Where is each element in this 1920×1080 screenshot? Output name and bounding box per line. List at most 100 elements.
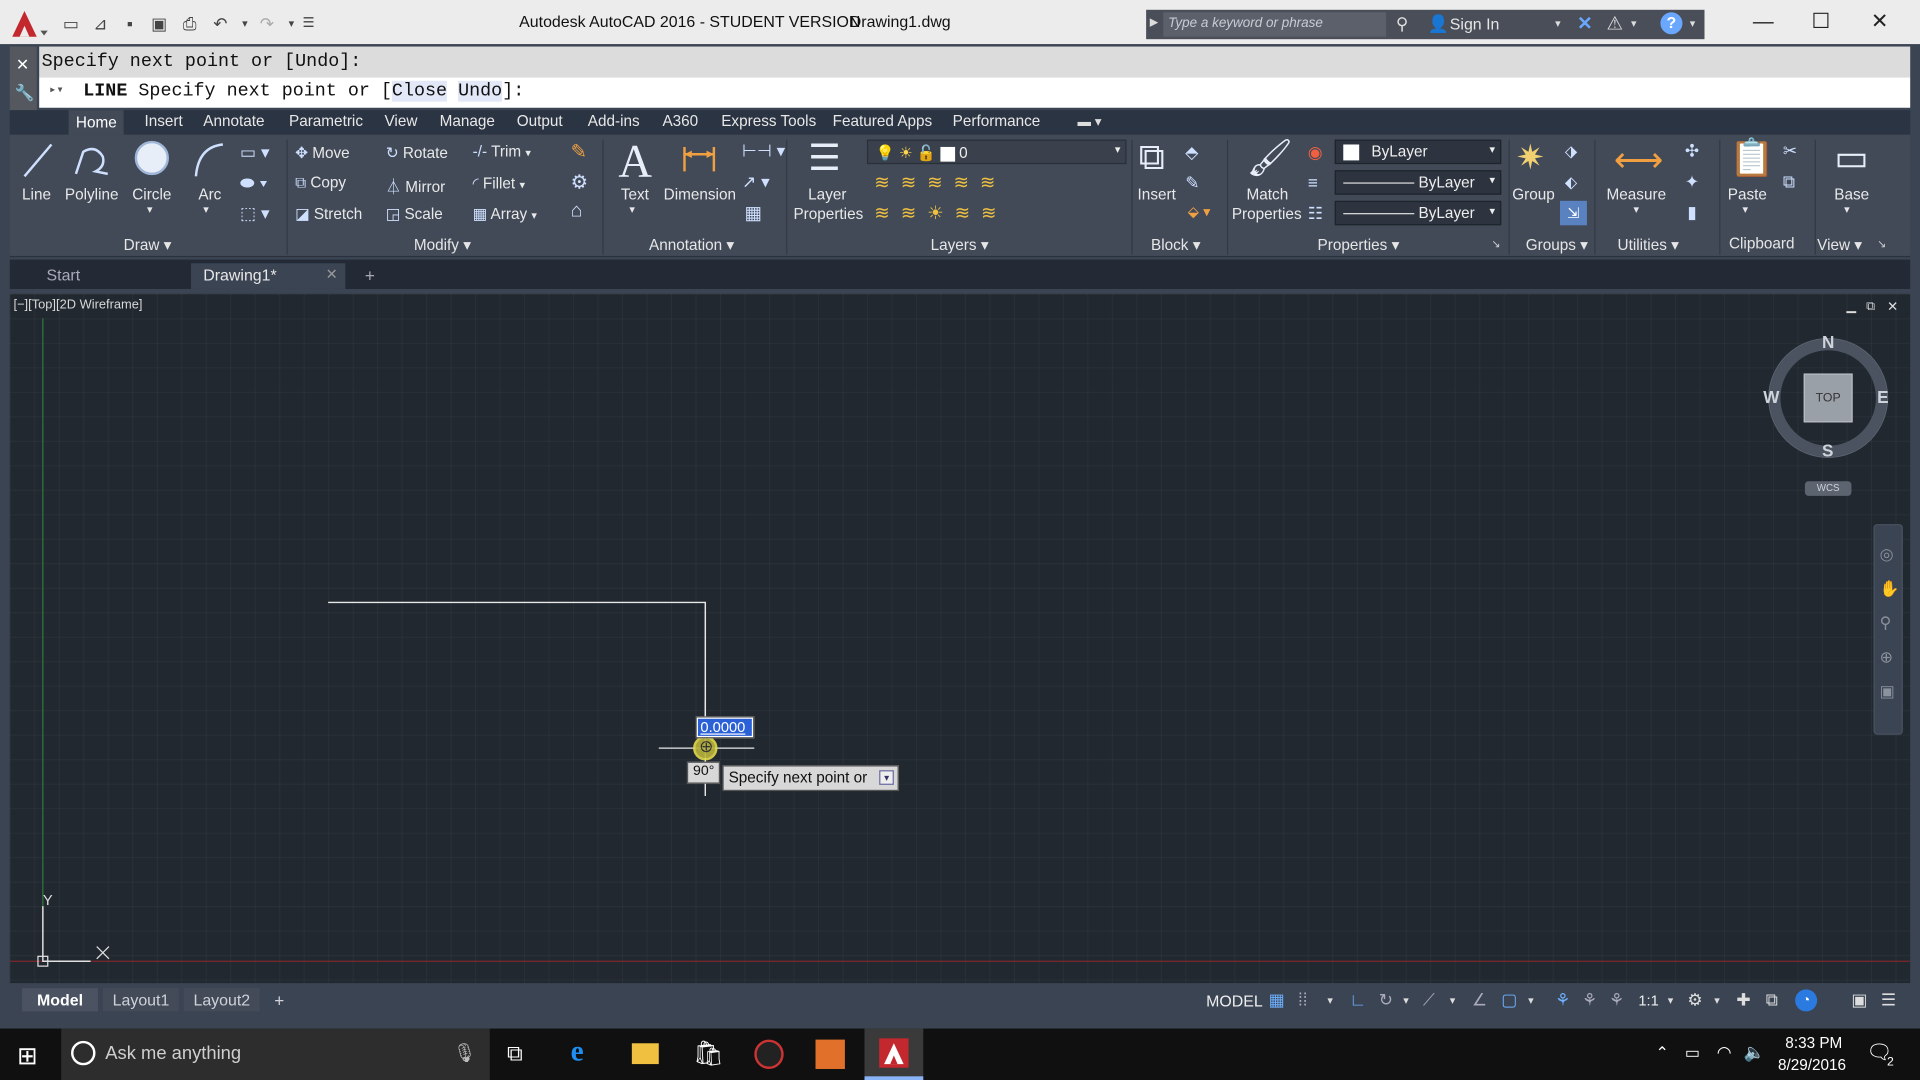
annotation-monitor-icon[interactable]: ✚	[1736, 989, 1750, 1010]
app-red-circle-icon[interactable]	[754, 1039, 784, 1069]
pan-icon[interactable]: ✋	[1880, 579, 1900, 599]
layout-tab-layout2[interactable]: Layout2	[183, 988, 260, 1012]
showmotion-icon[interactable]: ▣	[1880, 682, 1895, 702]
options-arrow-icon[interactable]: ▾	[879, 770, 894, 785]
copy-clip-icon[interactable]: ⧉	[1783, 171, 1795, 192]
tab-output[interactable]: Output	[517, 113, 563, 130]
windows-start-icon[interactable]: ⊞	[17, 1041, 38, 1072]
fillet-dropdown-icon[interactable]: ▾	[519, 179, 525, 191]
text-dropdown-icon[interactable]: ▾	[629, 203, 635, 216]
cut-icon[interactable]: ✂	[1783, 141, 1797, 162]
object-snap-tracking-icon[interactable]: ∠	[1472, 989, 1487, 1010]
isodraft-icon[interactable]: ⟋	[1423, 989, 1435, 1010]
panel-layers[interactable]: Layers ▾	[931, 235, 989, 253]
battery-icon[interactable]: ▭	[1685, 1043, 1700, 1063]
model-space-button[interactable]: MODEL	[1206, 992, 1263, 1010]
customization-menu-icon[interactable]: ☰	[1881, 989, 1896, 1010]
trim-dropdown-icon[interactable]: ▾	[525, 147, 531, 159]
search-input[interactable]: Type a keyword or phrase	[1163, 12, 1387, 37]
tab-express-tools[interactable]: Express Tools	[721, 113, 816, 130]
panel-utilities[interactable]: Utilities ▾	[1618, 235, 1679, 253]
redo-icon[interactable]: ↷	[257, 13, 277, 33]
sign-in-dropdown-icon[interactable]: ▾	[1555, 17, 1561, 30]
polar-dropdown-icon[interactable]: ▾	[1403, 994, 1409, 1007]
linetype-icon[interactable]: ☷	[1308, 203, 1323, 224]
id-point-icon[interactable]: ✦	[1685, 171, 1699, 192]
color-wheel-icon[interactable]: ◉	[1308, 142, 1323, 163]
layer-dropdown[interactable]: 💡 ☀ 🔓 0 ▾	[866, 139, 1127, 165]
tab-manage[interactable]: Manage	[440, 113, 495, 130]
compass-south[interactable]: S	[1822, 441, 1833, 461]
steering-wheel-icon[interactable]: ◎	[1880, 545, 1894, 565]
task-view-icon[interactable]: ⧉	[507, 1041, 523, 1067]
calculator-icon[interactable]: ▮	[1687, 202, 1696, 223]
tab-add-ins[interactable]: Add-ins	[588, 113, 640, 130]
dynamic-input-distance[interactable]: 0.0000	[695, 716, 755, 739]
autocad-taskbar-button[interactable]	[864, 1028, 924, 1080]
tab-insert[interactable]: Insert	[144, 113, 182, 130]
rectangle-tool-icon[interactable]: ▭ ▾	[240, 142, 270, 163]
tool-scale[interactable]: ◲ Scale	[386, 204, 443, 223]
show-hidden-icons-chevron[interactable]: ⌃	[1656, 1043, 1669, 1063]
undo-icon[interactable]: ↶	[211, 13, 231, 33]
viewcube-top-face[interactable]: TOP	[1803, 373, 1853, 423]
autocad-app-button[interactable]	[7, 7, 49, 39]
edit-block-icon[interactable]: ✎	[1185, 173, 1199, 194]
arc-dropdown-icon[interactable]: ▾	[203, 203, 209, 216]
navigation-bar[interactable]: ◎ ✋ ⚲ ⊕ ▣	[1873, 524, 1903, 735]
layer-tools-row2-icons[interactable]: ≋≋☀≋≋	[874, 202, 1007, 224]
panel-view[interactable]: View ▾	[1817, 235, 1862, 253]
group-edit-icon[interactable]: ⬖	[1565, 173, 1577, 193]
grid-icon[interactable]: ▦	[1269, 989, 1285, 1010]
sign-in-button[interactable]: Sign In	[1450, 15, 1500, 33]
file-tab-start[interactable]: Start	[34, 263, 188, 289]
panel-draw[interactable]: Draw ▾	[124, 235, 172, 253]
tab-annotate[interactable]: Annotate	[203, 113, 264, 130]
workspace-gear-icon[interactable]: ⚙	[1687, 989, 1702, 1010]
workspace-dropdown-icon[interactable]: ▾	[1714, 994, 1720, 1007]
annotation-scale-value[interactable]: 1:1	[1638, 992, 1658, 1009]
lineweight-dropdown[interactable]: ByLayer ▾	[1334, 170, 1502, 195]
linetype-dropdown[interactable]: ByLayer ▾	[1334, 200, 1502, 226]
cortana-search-box[interactable]: Ask me anything 🎙	[61, 1028, 490, 1080]
panel-properties[interactable]: Properties ▾	[1318, 235, 1400, 253]
tab-featured-apps[interactable]: Featured Apps	[833, 113, 933, 130]
new-tab-button[interactable]: +	[353, 263, 388, 289]
undo-dropdown-icon[interactable]: ▾	[235, 13, 255, 33]
wifi-icon[interactable]: ◠	[1717, 1042, 1732, 1063]
panel-annotation[interactable]: Annotation ▾	[649, 235, 734, 253]
close-window-button[interactable]: ✕	[1865, 7, 1894, 36]
save-as-icon[interactable]: ▣	[149, 13, 169, 33]
circle-dropdown-icon[interactable]: ▾	[147, 203, 153, 216]
tab-view[interactable]: View	[384, 113, 417, 130]
expand-search-icon[interactable]: ▶	[1150, 16, 1158, 29]
annotation-visibility-icon[interactable]: ⚘	[1555, 989, 1570, 1010]
file-tab-drawing1[interactable]: Drawing1* ✕	[191, 263, 346, 289]
ribbon-display-toggle-icon[interactable]: ▬ ▾	[1078, 114, 1102, 130]
customize-wrench-icon[interactable]: 🔧	[15, 83, 35, 103]
layer-tools-row1-icons[interactable]: ≋≋≋≋≋	[874, 171, 1006, 194]
customize-toolbar-icon[interactable]: ☰	[299, 13, 319, 33]
array-dropdown-icon[interactable]: ▾	[531, 209, 537, 221]
group-selection-icon[interactable]: ⇲	[1560, 200, 1587, 226]
print-icon[interactable]: ⎙	[180, 13, 200, 33]
app-orange-icon[interactable]	[815, 1039, 845, 1069]
panel-clipboard[interactable]: Clipboard	[1729, 235, 1795, 252]
auto-scale-icon[interactable]: ⚘	[1582, 989, 1597, 1010]
isodraft-dropdown-icon[interactable]: ▾	[1450, 994, 1456, 1007]
dynamic-input-angle[interactable]: 90°	[686, 761, 721, 784]
base-dropdown-icon[interactable]: ▾	[1844, 203, 1850, 216]
erase-icon[interactable]: ✎	[571, 140, 587, 164]
file-explorer-icon[interactable]	[631, 1043, 659, 1065]
tool-rotate[interactable]: ↻ Rotate	[386, 143, 448, 161]
microphone-icon[interactable]: 🎙	[453, 1042, 476, 1064]
command-input[interactable]: ▸▾ LINE Specify next point or [Close Und…	[39, 77, 1911, 108]
recent-commands-icon[interactable]: ▸▾	[49, 83, 64, 97]
clean-screen-icon[interactable]: ▣	[1851, 989, 1867, 1010]
explode-icon[interactable]: ⚙	[571, 170, 589, 194]
linear-dimension-icon[interactable]: ⊢⊣ ▾	[742, 141, 785, 162]
units-icon[interactable]: ⧉	[1766, 989, 1778, 1010]
boundary-tool-icon[interactable]: ⬚ ▾	[240, 203, 270, 224]
zoom-extents-icon[interactable]: ⚲	[1880, 613, 1892, 633]
layout-tab-model[interactable]: Model	[22, 988, 98, 1012]
